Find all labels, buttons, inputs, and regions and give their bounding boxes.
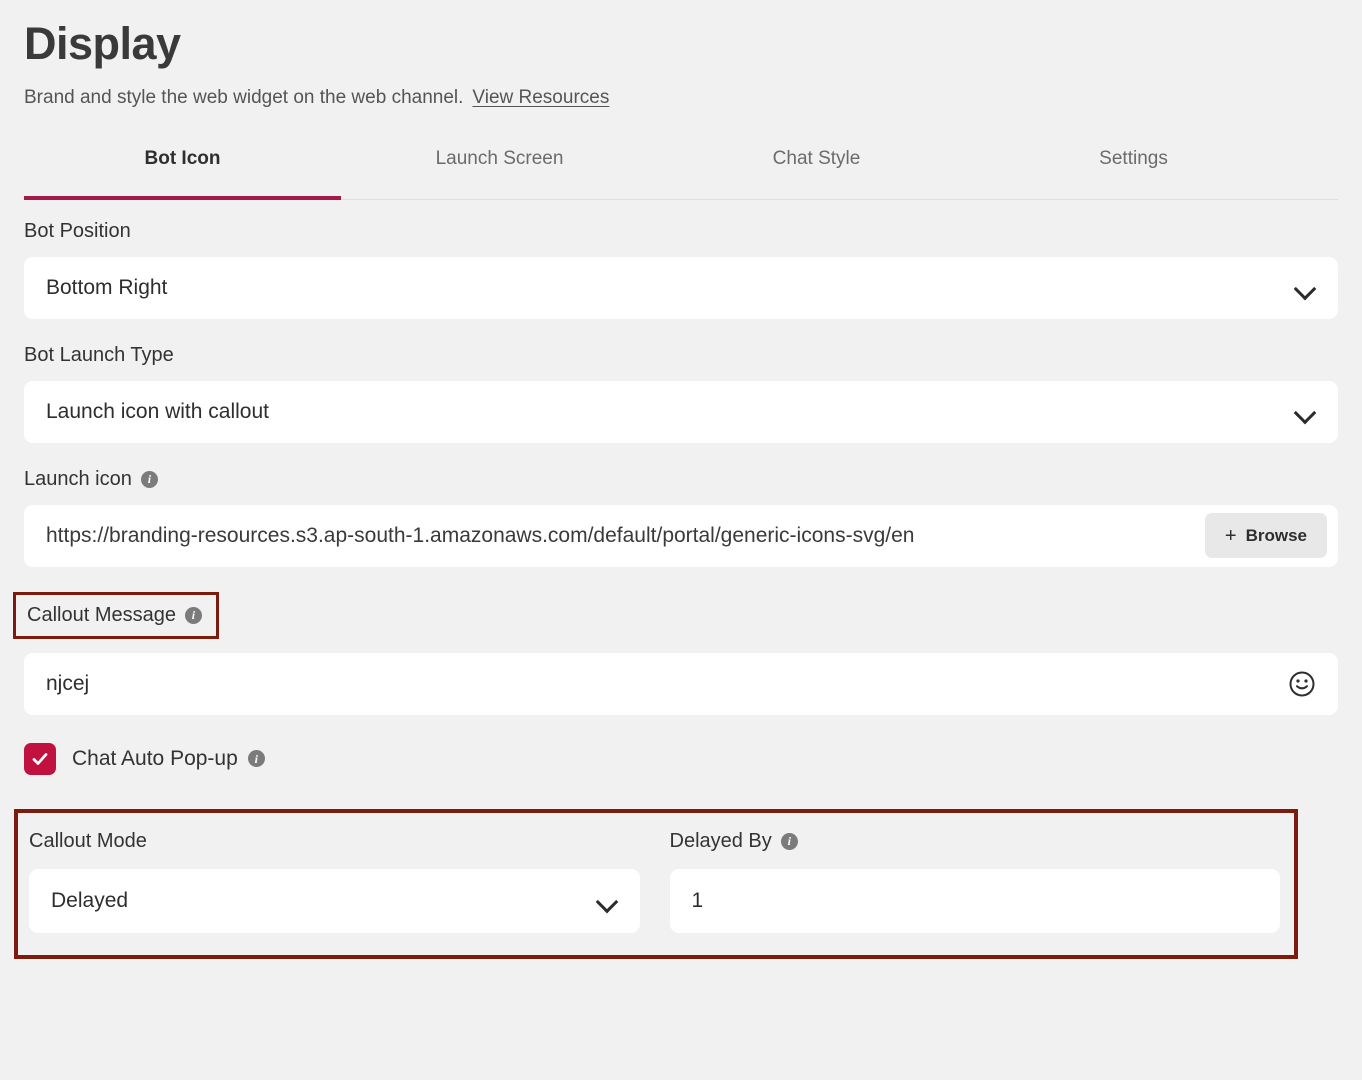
view-resources-link[interactable]: View Resources xyxy=(472,87,609,109)
bot-position-label: Bot Position xyxy=(24,220,1338,243)
plus-icon: + xyxy=(1224,524,1237,547)
delayed-by-label: Delayed By i xyxy=(670,830,1281,853)
callout-message-input[interactable]: njcej xyxy=(46,672,1288,696)
callout-message-label-highlight: Callout Message i xyxy=(13,591,219,639)
tab-launch-screen[interactable]: Launch Screen xyxy=(341,143,658,199)
callout-mode-label-text: Callout Mode xyxy=(29,829,147,852)
callout-timing-highlight-group: Callout Mode Delayed Delayed By i 1 xyxy=(14,808,1298,959)
tab-settings[interactable]: Settings xyxy=(975,143,1292,199)
launch-icon-url-row: https://branding-resources.s3.ap-south-1… xyxy=(24,504,1338,567)
callout-message-input-row: njcej xyxy=(24,652,1338,715)
callout-mode-group: Callout Mode Delayed xyxy=(29,830,640,933)
delayed-by-input-row: 1 xyxy=(669,868,1280,933)
smiley-face-icon[interactable] xyxy=(1288,670,1316,698)
chevron-down-icon xyxy=(1294,401,1316,423)
bot-position-group: Bot Position Bottom Right xyxy=(24,220,1338,319)
info-icon[interactable]: i xyxy=(247,750,265,768)
browse-button-label: Browse xyxy=(1245,525,1307,545)
callout-mode-value: Delayed xyxy=(51,888,129,912)
callout-message-group: Callout Message i njcej xyxy=(13,591,1338,715)
bot-launch-type-group: Bot Launch Type Launch icon with callout xyxy=(24,344,1338,443)
bot-launch-type-label-text: Bot Launch Type xyxy=(24,343,174,366)
chevron-down-icon xyxy=(596,890,618,912)
launch-icon-label-text: Launch icon xyxy=(24,467,132,490)
info-icon[interactable]: i xyxy=(184,606,202,624)
callout-message-label-text: Callout Message xyxy=(27,603,176,626)
launch-icon-label: Launch icon i xyxy=(24,468,1338,491)
launch-icon-url-input[interactable]: https://branding-resources.s3.ap-south-1… xyxy=(46,524,1205,548)
checkmark-icon xyxy=(32,752,48,765)
subtitle-text: Brand and style the web widget on the we… xyxy=(24,86,464,108)
tab-bar: Bot Icon Launch Screen Chat Style Settin… xyxy=(24,143,1338,200)
delayed-by-input[interactable]: 1 xyxy=(692,889,1259,913)
chat-auto-popup-label: Chat Auto Pop-up i xyxy=(72,747,265,771)
bot-launch-type-label: Bot Launch Type xyxy=(24,344,1338,367)
bot-position-value: Bottom Right xyxy=(46,275,168,299)
launch-icon-group: Launch icon i https://branding-resources… xyxy=(24,468,1338,567)
chat-auto-popup-checkbox[interactable] xyxy=(24,742,56,775)
delayed-by-group: Delayed By i 1 xyxy=(669,830,1281,933)
chat-auto-popup-label-text: Chat Auto Pop-up xyxy=(72,746,238,770)
callout-mode-label: Callout Mode xyxy=(29,830,640,853)
bot-position-select[interactable]: Bottom Right xyxy=(24,256,1338,319)
chat-auto-popup-row[interactable]: Chat Auto Pop-up i xyxy=(24,742,1338,775)
page-title: Display xyxy=(24,18,181,69)
browse-button[interactable]: + Browse xyxy=(1204,513,1327,559)
info-icon[interactable]: i xyxy=(140,470,158,488)
bot-launch-type-value: Launch icon with callout xyxy=(46,399,269,423)
bot-position-label-text: Bot Position xyxy=(24,219,131,242)
chevron-down-icon xyxy=(1294,277,1316,299)
delayed-by-label-text: Delayed By xyxy=(669,829,772,852)
callout-mode-select[interactable]: Delayed xyxy=(29,868,640,933)
display-settings-page: Display Brand and style the web widget o… xyxy=(0,0,1362,1080)
bot-launch-type-select[interactable]: Launch icon with callout xyxy=(24,380,1338,443)
tab-bot-icon[interactable]: Bot Icon xyxy=(24,143,341,200)
info-icon[interactable]: i xyxy=(780,832,798,850)
tab-chat-style[interactable]: Chat Style xyxy=(658,143,975,199)
page-subtitle: Brand and style the web widget on the we… xyxy=(24,87,1338,109)
